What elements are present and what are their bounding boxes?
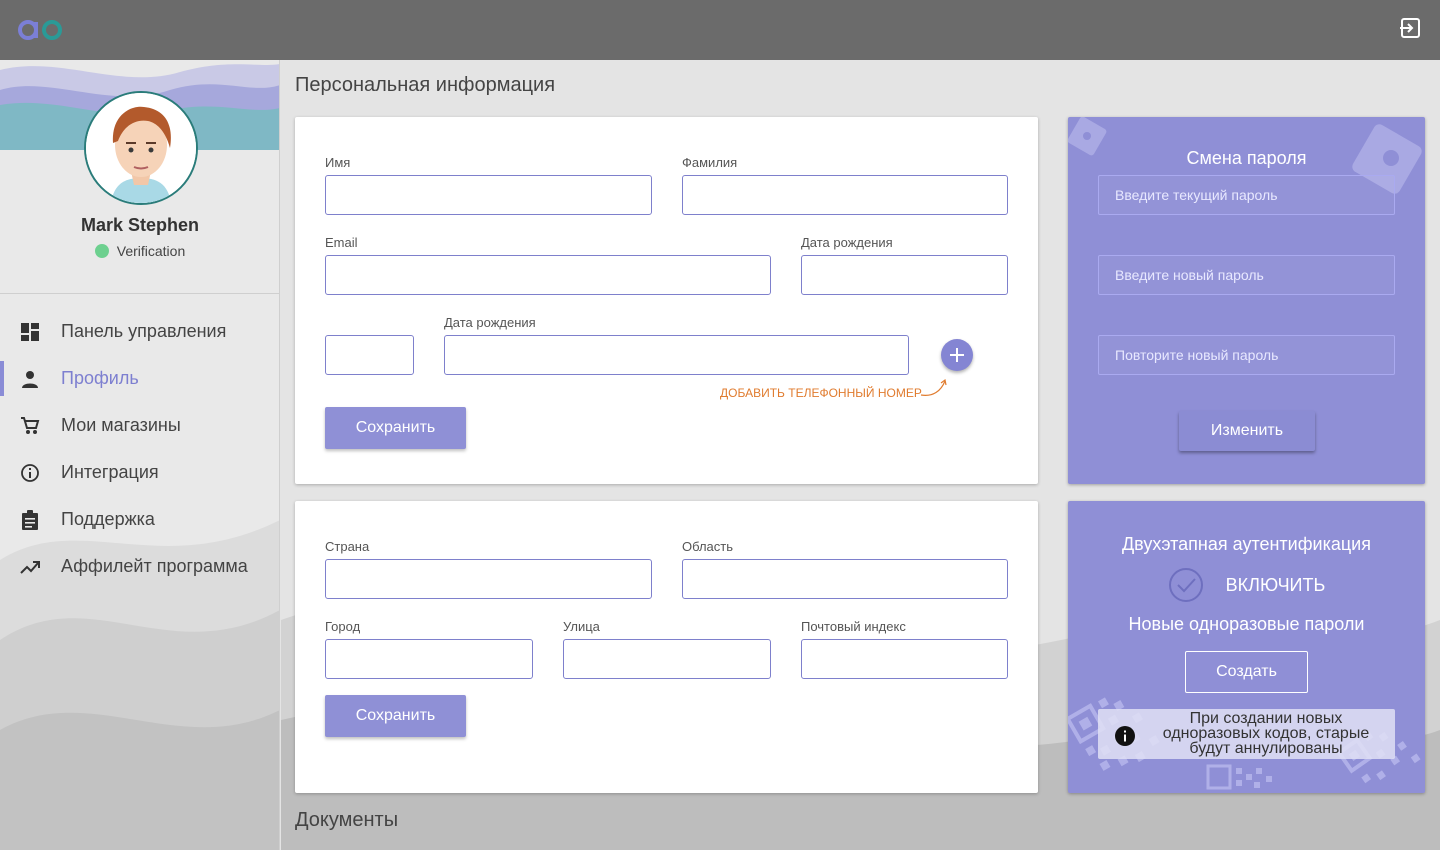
two-factor-card: Двухэтапная аутентификация ВКЛЮЧИТЬ Новы… [1068,501,1425,793]
country-label: Страна [325,539,370,554]
sidebar-nav: Панель управления Профиль Мои магазины И… [0,308,279,590]
birthdate-field[interactable] [801,255,1008,295]
sidebar-item-label: Интеграция [61,462,159,482]
email-label: Email [325,235,358,250]
otp-note-text: При создании новых одноразовых кодов, ст… [1162,710,1370,757]
first-name-label: Имя [325,155,351,170]
sidebar-item-support[interactable]: Поддержка [0,496,279,543]
status-label: Verification [116,243,186,259]
repeat-password-input[interactable]: Повторите новый пароль [1098,335,1395,375]
city-label: Город [325,619,361,634]
region-field[interactable] [682,559,1008,599]
clipboard-icon [20,509,40,530]
sidebar-item-affiliate[interactable]: Аффилейт программа [0,543,279,590]
address-card: Страна Область Город Улица Почтовый инде… [295,501,1038,793]
phone-code-field[interactable] [325,335,414,375]
sidebar-item-profile[interactable]: Профиль [0,355,279,402]
sidebar-item-label: Профиль [61,368,139,388]
postal-label: Почтовый индекс [801,619,906,634]
sidebar-item-label: Поддержка [61,509,155,529]
create-otp-button[interactable]: Создать [1185,651,1308,693]
first-name-field[interactable] [325,175,652,215]
enable-two-factor-toggle[interactable]: ВКЛЮЧИТЬ [1068,567,1425,603]
otp-title: Новые одноразовые пароли [1128,614,1365,634]
password-change-title: Смена пароля [1186,148,1307,168]
avatar-face-icon [86,93,196,203]
documents-title: Документы [295,809,399,831]
save-personal-button[interactable]: Сохранить [325,407,466,449]
save-address-button[interactable]: Сохранить [325,695,466,737]
info-filled-icon [1115,726,1135,746]
add-phone-button[interactable] [941,339,973,371]
personal-info-card: Имя Фамилия Email Дата рождения Дата рож… [295,117,1038,484]
ab-logo-icon[interactable] [18,18,66,42]
last-name-label: Фамилия [682,155,738,170]
dashboard-icon [20,322,40,342]
street-label: Улица [563,619,600,634]
personal-info-title: Персональная информация [295,74,556,96]
cart-icon [20,416,40,436]
logout-icon[interactable] [1398,16,1422,40]
sidebar-item-label: Мои магазины [61,415,181,435]
user-name: Mark Stephen [80,215,200,235]
sidebar-item-dashboard[interactable]: Панель управления [0,308,279,355]
info-icon [20,463,40,483]
last-name-field[interactable] [682,175,1008,215]
phone-field[interactable] [444,335,909,375]
email-field[interactable] [325,255,771,295]
avatar[interactable] [84,91,198,205]
sidebar-item-label: Аффилейт программа [61,556,248,576]
check-circle-icon [1168,568,1203,602]
add-phone-hint[interactable]: ДОБАВИТЬ ТЕЛЕФОННЫЙ НОМЕР [720,386,922,400]
sidebar-item-integration[interactable]: Интеграция [0,449,279,496]
country-field[interactable] [325,559,652,599]
enable-label: ВКЛЮЧИТЬ [1225,574,1326,595]
current-password-input[interactable]: Введите текущий пароль [1098,175,1395,215]
postal-field[interactable] [801,639,1008,679]
change-password-button[interactable]: Изменить [1179,411,1315,451]
trending-up-icon [20,557,40,577]
sidebar: Mark Stephen Verification Панель управле… [0,60,280,850]
person-icon [20,369,40,389]
password-change-card: Смена пароля Введите текущий пароль Введ… [1068,117,1425,484]
two-factor-title: Двухэтапная аутентификация [1121,534,1371,554]
plus-icon [950,348,964,362]
sidebar-divider [0,293,279,294]
region-label: Область [682,539,734,554]
city-field[interactable] [325,639,533,679]
status-dot-icon [94,244,109,258]
curved-arrow-icon [920,378,947,396]
sidebar-item-label: Панель управления [61,321,227,341]
phone-label: Дата рождения [444,315,536,330]
sidebar-item-stores[interactable]: Мои магазины [0,402,279,449]
birthdate-label: Дата рождения [801,235,893,250]
top-bar [0,0,1440,60]
street-field[interactable] [563,639,771,679]
verification-status: Verification [0,243,279,259]
new-password-input[interactable]: Введите новый пароль [1098,255,1395,295]
